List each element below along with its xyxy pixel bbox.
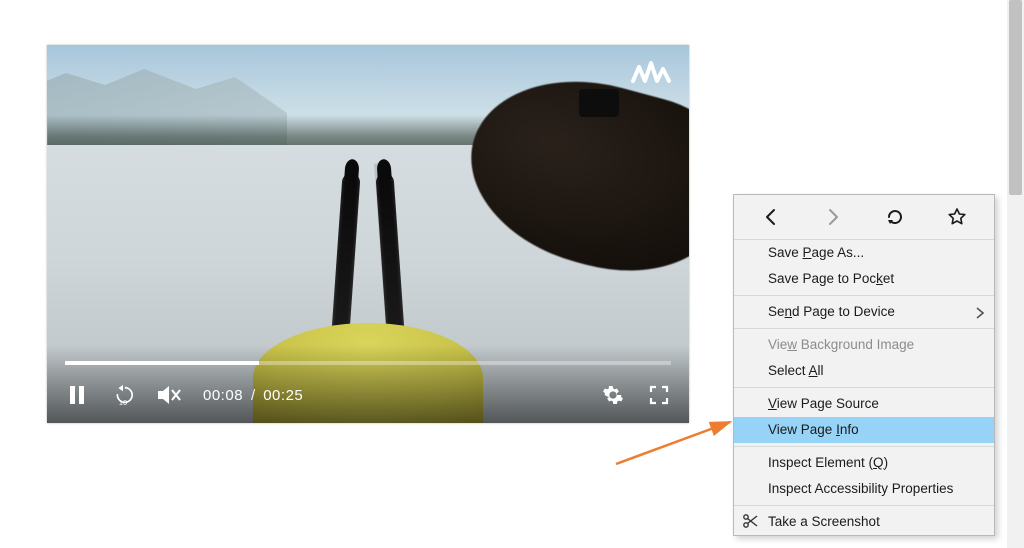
- menu-item-inspect-elem[interactable]: Inspect Element (Q): [734, 450, 994, 476]
- menu-item-label: View Page Info: [768, 419, 859, 441]
- time-current: 00:08: [203, 387, 243, 404]
- menu-item-save-pocket[interactable]: Save Page to Pocket: [734, 266, 994, 292]
- nav-back-button[interactable]: [749, 199, 793, 235]
- menu-separator: [734, 446, 994, 447]
- menu-item-send-to-device[interactable]: Send Page to Device: [734, 299, 994, 325]
- menu-item-label: View Background Image: [768, 334, 914, 356]
- menu-item-inspect-a11y[interactable]: Inspect Accessibility Properties: [734, 476, 994, 502]
- menu-item-view-source[interactable]: View Page Source: [734, 391, 994, 417]
- context-menu-items: Save Page As... Save Page to Pocket Send P…: [734, 240, 994, 535]
- menu-separator: [734, 505, 994, 506]
- menu-item-label: Select All: [768, 360, 824, 382]
- menu-item-label: Inspect Element (Q): [768, 452, 888, 474]
- scissors-icon: [742, 513, 758, 529]
- menu-item-label: Save Page As...: [768, 242, 864, 264]
- nav-bookmark-button[interactable]: [935, 199, 979, 235]
- progress-bar[interactable]: [65, 361, 671, 365]
- menu-item-label: Save Page to Pocket: [768, 268, 894, 290]
- menu-separator: [734, 295, 994, 296]
- menu-item-view-bg-image: View Background Image: [734, 332, 994, 358]
- scrollbar-thumb[interactable]: [1009, 0, 1022, 195]
- fullscreen-button[interactable]: [647, 383, 671, 407]
- menu-item-screenshot[interactable]: Take a Screenshot: [734, 509, 994, 535]
- menu-separator: [734, 328, 994, 329]
- context-menu: Save Page As... Save Page to Pocket Send P…: [733, 194, 995, 536]
- menu-separator: [734, 387, 994, 388]
- menu-item-select-all[interactable]: Select All: [734, 358, 994, 384]
- nav-forward-button[interactable]: [811, 199, 855, 235]
- video-player[interactable]: 10 00:08 / 00:25: [47, 45, 689, 423]
- nav-reload-button[interactable]: [873, 199, 917, 235]
- video-controls: 10 00:08 / 00:25: [47, 345, 689, 423]
- settings-button[interactable]: [601, 383, 625, 407]
- menu-item-label: Inspect Accessibility Properties: [768, 478, 953, 500]
- svg-text:10: 10: [119, 398, 127, 406]
- time-separator: /: [251, 387, 255, 404]
- rewind-10-button[interactable]: 10: [111, 383, 135, 407]
- chevron-right-icon: [976, 304, 984, 326]
- page-scrollbar[interactable]: [1007, 0, 1024, 548]
- mute-button[interactable]: [157, 383, 181, 407]
- video-action-cam: [579, 89, 619, 117]
- menu-item-label: View Page Source: [768, 393, 879, 415]
- menu-item-label: Send Page to Device: [768, 301, 895, 323]
- context-menu-navrow: [734, 195, 994, 240]
- progress-fill: [65, 361, 259, 365]
- time-duration: 00:25: [263, 387, 303, 404]
- pause-button[interactable]: [65, 383, 89, 407]
- menu-item-view-info[interactable]: View Page Info: [734, 417, 994, 443]
- menu-item-label: Take a Screenshot: [768, 511, 880, 533]
- menu-item-save-as[interactable]: Save Page As...: [734, 240, 994, 266]
- watermark-icon: [629, 57, 673, 96]
